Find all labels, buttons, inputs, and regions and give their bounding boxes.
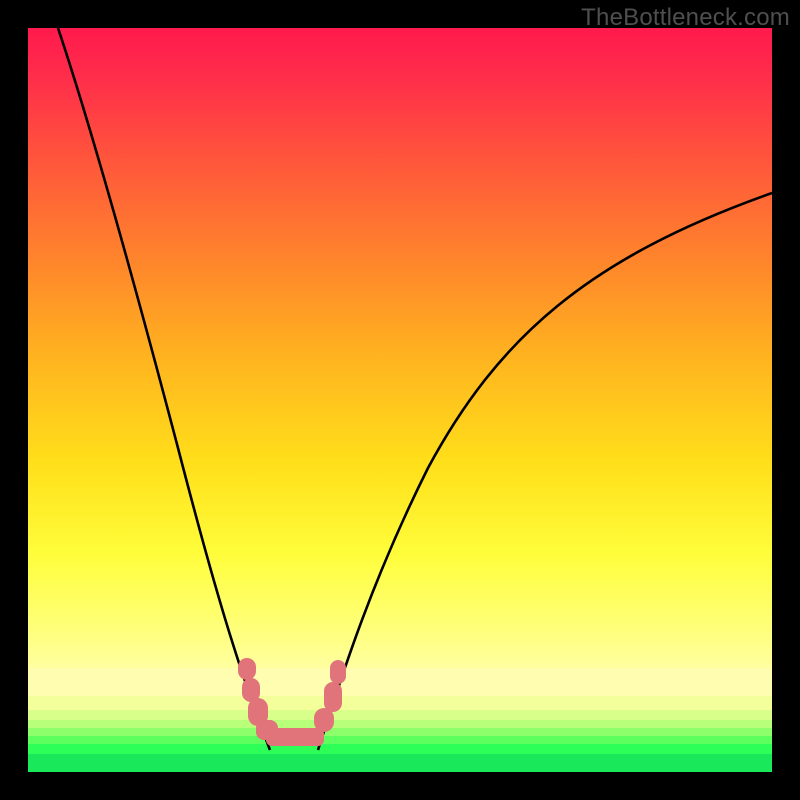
valley-bump (266, 728, 324, 746)
valley-bump (238, 658, 256, 680)
curve-left (58, 28, 270, 750)
chart-frame: TheBottleneck.com (0, 0, 800, 800)
valley-bump (324, 682, 342, 712)
bottleneck-curve (28, 28, 772, 772)
watermark-text: TheBottleneck.com (581, 4, 790, 32)
valley-bump (330, 660, 346, 684)
curve-right (318, 193, 772, 750)
plot-area (28, 28, 772, 772)
